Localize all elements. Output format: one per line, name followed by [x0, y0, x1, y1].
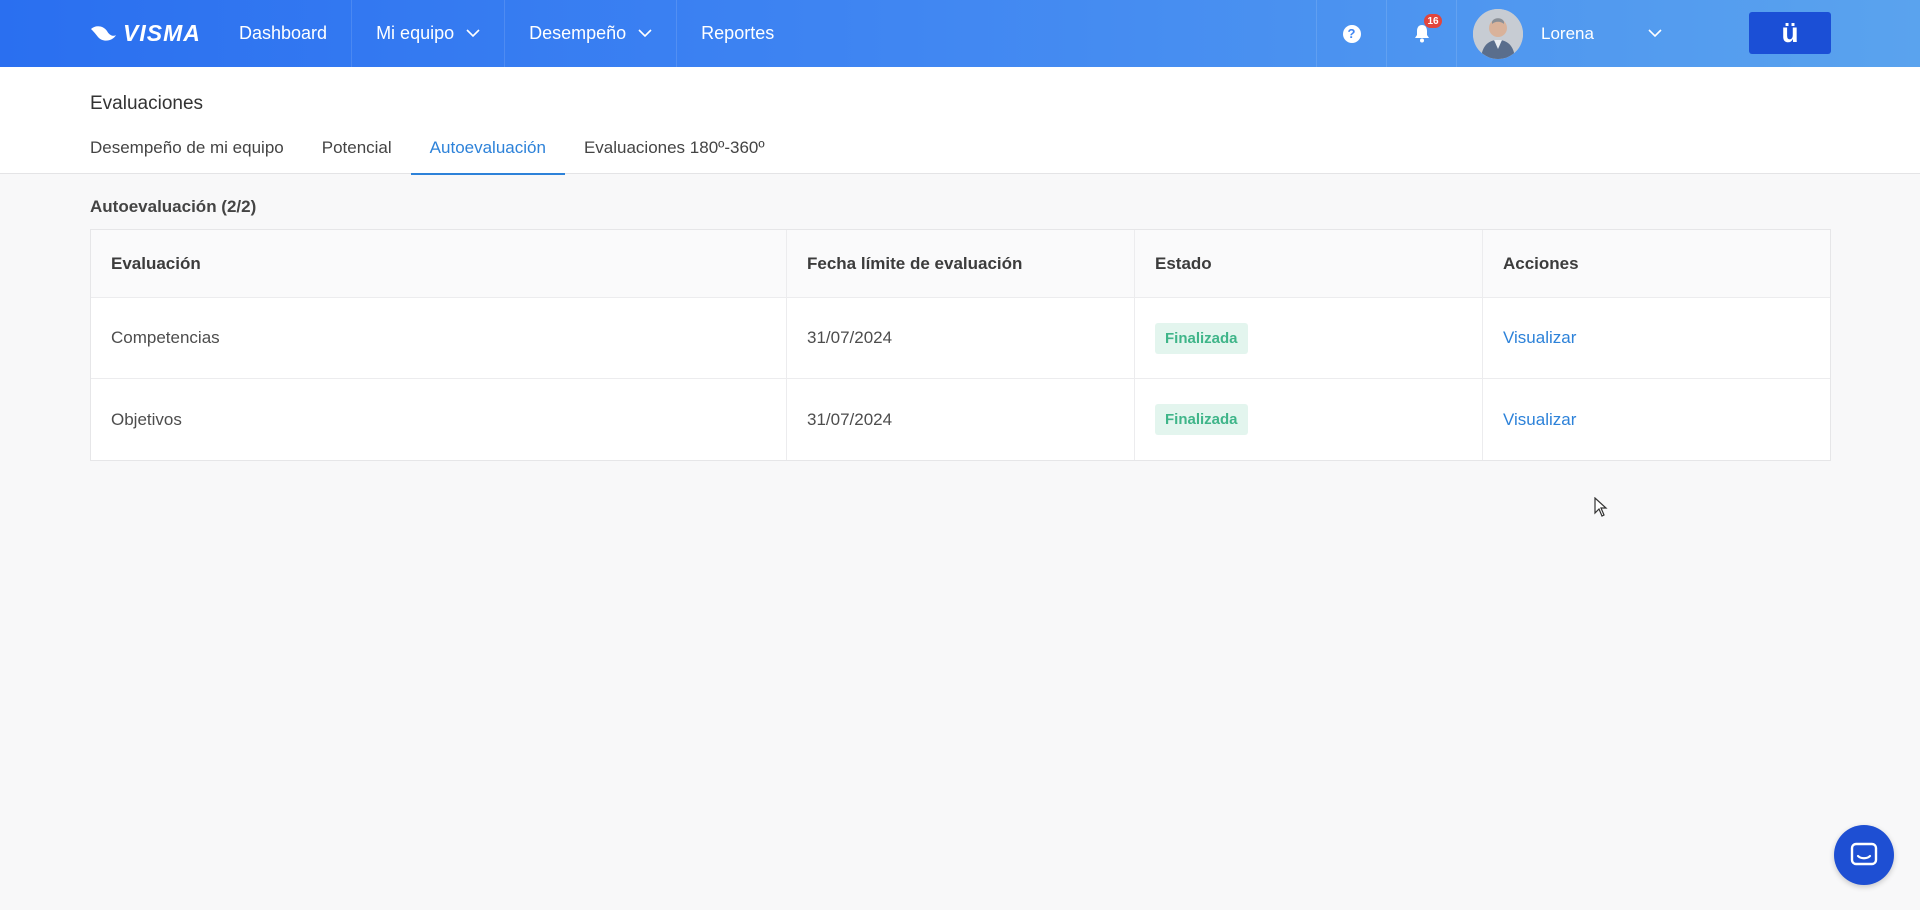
- status-badge: Finalizada: [1155, 404, 1248, 435]
- chat-icon: [1850, 842, 1878, 866]
- help-icon: ?: [1342, 24, 1361, 43]
- logo-text: VISMA: [123, 19, 201, 46]
- section-title: Autoevaluación (2/2): [90, 197, 257, 216]
- nav-mi-equipo[interactable]: Mi equipo: [352, 0, 506, 67]
- actions-cell: Visualizar: [1483, 298, 1830, 378]
- app-switcher-glyph: ü: [1781, 17, 1799, 48]
- tab-desempeno-mi-equipo[interactable]: Desempeño de mi equipo: [90, 122, 303, 174]
- tab-potencial[interactable]: Potencial: [303, 122, 411, 174]
- nav-label: Mi equipo: [376, 23, 455, 43]
- column-header: Fecha límite de evaluación: [787, 230, 1135, 297]
- deadline-date: 31/07/2024: [787, 379, 1135, 460]
- nav-label: Reportes: [701, 23, 775, 43]
- column-header: Acciones: [1503, 253, 1579, 273]
- main-nav: Dashboard Mi equipo Desempeño Reportes: [215, 0, 798, 67]
- nav-dashboard[interactable]: Dashboard: [215, 0, 353, 67]
- view-link[interactable]: Visualizar: [1503, 410, 1576, 430]
- top-navigation-bar: VISMA Dashboard Mi equipo Desempeño Repo…: [0, 0, 1920, 67]
- view-link[interactable]: Visualizar: [1503, 328, 1576, 348]
- evaluation-name: Competencias: [91, 298, 787, 378]
- nav-label: Dashboard: [239, 23, 328, 43]
- evaluation-tabs: Desempeño de mi equipo Potencial Autoeva…: [90, 122, 784, 175]
- chat-support-button[interactable]: [1834, 825, 1894, 885]
- table-row: Objetivos 31/07/2024 Finalizada Visualiz…: [91, 379, 1830, 460]
- chevron-down-icon: [466, 29, 480, 38]
- column-header: Evaluación: [91, 230, 787, 297]
- tab-evaluaciones-180-360[interactable]: Evaluaciones 180º-360º: [565, 122, 784, 174]
- status-badge: Finalizada: [1155, 322, 1248, 354]
- chevron-down-icon: [1648, 29, 1662, 38]
- app-switcher-button[interactable]: ü: [1749, 12, 1831, 54]
- nav-reportes[interactable]: Reportes: [677, 0, 798, 67]
- nav-desempeno[interactable]: Desempeño: [505, 0, 678, 67]
- status-cell: Finalizada: [1135, 298, 1483, 378]
- nav-label: Desempeño: [529, 23, 627, 43]
- tab-autoevaluacion[interactable]: Autoevaluación: [410, 122, 566, 175]
- avatar: [1473, 8, 1523, 59]
- table-header-row: Evaluación Fecha límite de evaluación Es…: [91, 230, 1830, 298]
- visma-logo[interactable]: VISMA: [89, 20, 201, 46]
- notification-badge: 16: [1424, 14, 1442, 28]
- deadline-date: 31/07/2024: [787, 298, 1135, 378]
- actions-cell: Visualizar: [1483, 379, 1830, 460]
- help-button[interactable]: ?: [1316, 0, 1386, 67]
- visma-logo-icon: [91, 26, 116, 41]
- table-row: Competencias 31/07/2024 Finalizada Visua…: [91, 298, 1830, 379]
- evaluation-name: Objetivos: [91, 379, 787, 460]
- chevron-down-icon: [638, 29, 652, 38]
- user-name: Lorena: [1541, 23, 1594, 43]
- header-actions: ? 16 Lorena: [1316, 0, 1714, 67]
- page-header: Evaluaciones Desempeño de mi equipo Pote…: [0, 67, 1920, 175]
- evaluations-table: Evaluación Fecha límite de evaluación Es…: [90, 229, 1831, 461]
- mouse-cursor-icon: [1594, 496, 1608, 522]
- column-header: Estado: [1135, 230, 1483, 297]
- status-cell: Finalizada: [1135, 379, 1483, 460]
- notifications-button[interactable]: 16: [1386, 0, 1456, 67]
- user-menu[interactable]: Lorena: [1456, 0, 1714, 67]
- page-title: Evaluaciones: [90, 93, 204, 114]
